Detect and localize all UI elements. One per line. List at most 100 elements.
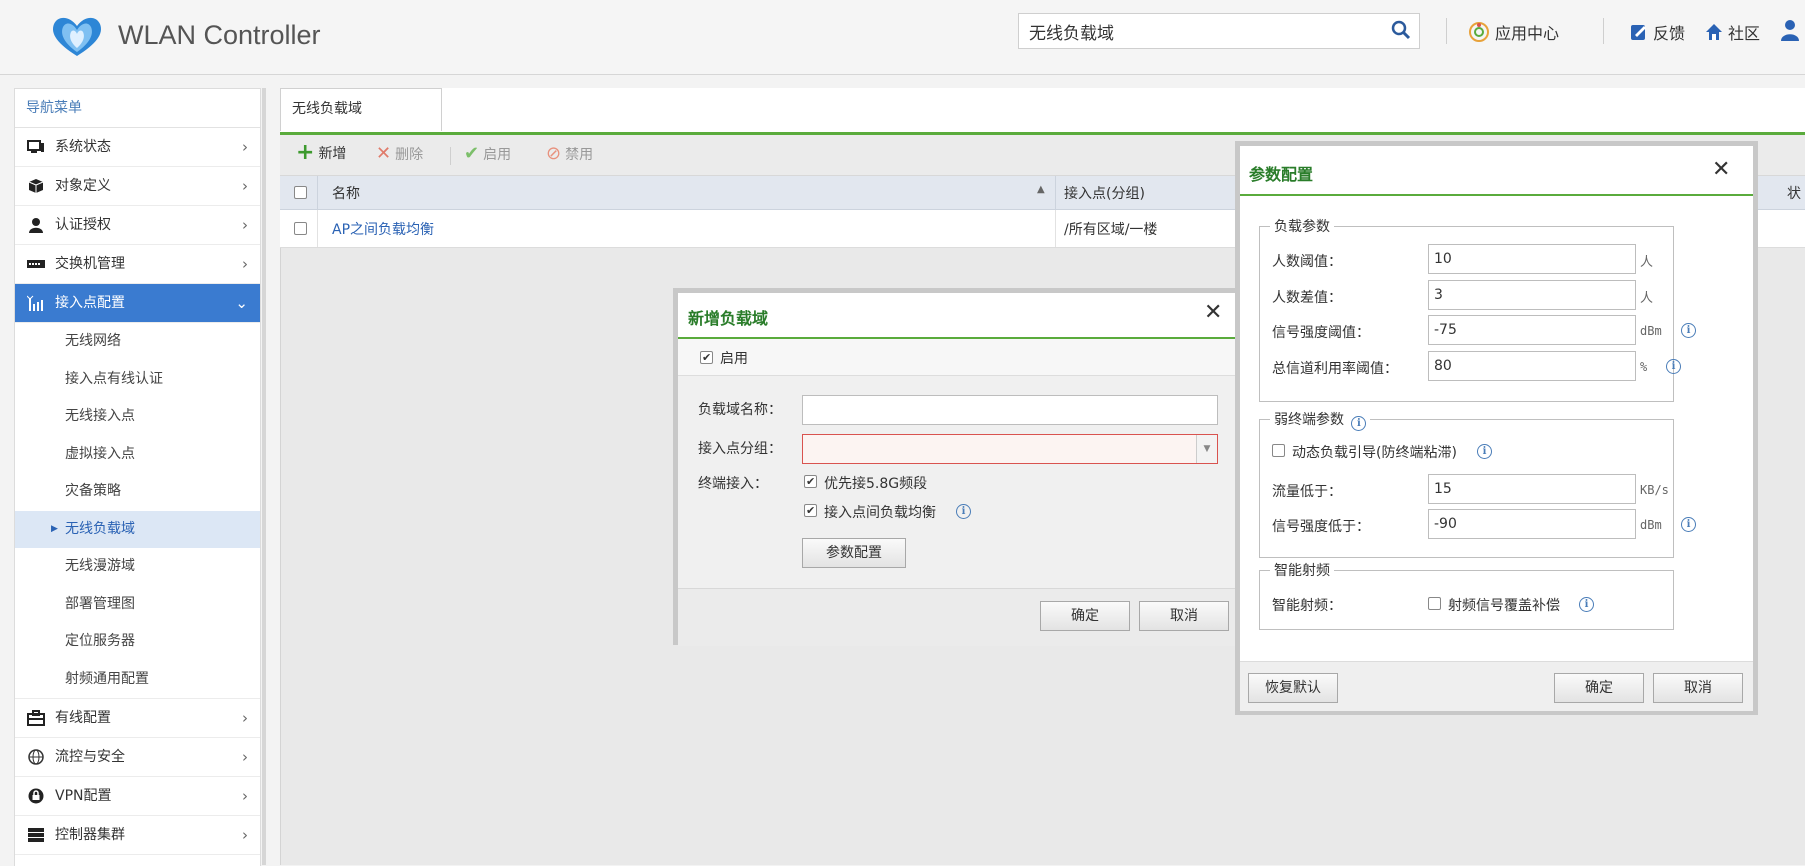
ap-balance-label: 接入点间负载均衡 [824,505,936,521]
info-icon[interactable]: i [1681,517,1696,532]
select-all-checkbox[interactable] [294,186,307,199]
signal-threshold-input[interactable]: -75 [1428,315,1636,345]
rf-coverage-checkbox[interactable] [1428,597,1441,610]
search-box[interactable] [1018,13,1420,49]
sidebar-sub-wireless-load-domain[interactable]: ▶ 无线负载域 [15,510,260,548]
app-center-link[interactable]: 应用中心 [1468,20,1559,44]
sidebar-sub-location-server[interactable]: 定位服务器 [15,623,260,661]
lock-icon [28,788,44,804]
sidebar-sub-wireless-network[interactable]: 无线网络 [15,323,260,361]
delete-button[interactable]: ✕ 删除 [376,143,423,164]
param-config-button[interactable]: 参数配置 [802,538,906,568]
sidebar-item-ap-config[interactable]: 接入点配置 ⌄ [15,284,260,323]
search-input[interactable] [1029,14,1369,48]
ap-balance-checkbox[interactable] [804,504,817,517]
check-icon: ✔ [464,143,480,164]
cancel-button[interactable]: 取消 [1139,601,1229,631]
info-icon[interactable]: i [1477,444,1492,459]
sort-asc-icon[interactable]: ▲ [1037,184,1045,195]
row-name-link[interactable]: AP之间负载均衡 [332,219,434,239]
app-title: WLAN Controller [118,20,321,50]
delete-label: 删除 [395,146,424,163]
ok-button[interactable]: 确定 [1554,673,1644,703]
toolbar-divider [450,147,451,165]
ap-group-select[interactable]: ▼ [802,434,1218,464]
feedback-link[interactable]: 反馈 [1630,20,1685,44]
col-header-status[interactable]: 状 [1787,183,1801,203]
ok-button[interactable]: 确定 [1040,601,1130,631]
sidebar-sub-wireless-ap[interactable]: 无线接入点 [15,398,260,436]
info-icon[interactable]: i [1579,597,1594,612]
enable-button[interactable]: ✔ 启用 [464,143,511,164]
caret-right-icon: ▶ [51,523,58,534]
sidebar-sub-ap-wired-auth[interactable]: 接入点有线认证 [15,361,260,399]
info-icon[interactable]: i [956,504,971,519]
sidebar-item-object-definition[interactable]: 对象定义 › [15,167,260,206]
sidebar-item-switch-management[interactable]: 交换机管理 › [15,245,260,284]
sidebar-item-vpn-config[interactable]: VPN配置 › [15,777,260,816]
tab-wireless-load-domain[interactable]: 无线负载域 [280,88,442,131]
sidebar-sub-virtual-ap[interactable]: 虚拟接入点 [15,436,260,474]
info-icon[interactable]: i [1351,416,1367,431]
tab-bar: 无线负载域 [280,88,1805,135]
channel-util-input[interactable]: 80 [1428,351,1636,381]
dynamic-steer-label: 动态负载引导(防终端粘滞) [1292,445,1457,461]
user-threshold-input[interactable]: 10 [1428,244,1636,274]
sidebar-item-wired-config[interactable]: 有线配置 › [15,698,260,738]
plus-icon: + [296,140,315,165]
community-label: 社区 [1728,24,1761,43]
close-icon[interactable]: ✕ [1204,300,1222,325]
sidebar: 导航菜单 系统状态 › 对象定义 › 认证授权 › 交换机管理 › 接入点配置 … [14,88,261,866]
add-button[interactable]: + 新增 [296,140,346,165]
prefer-5g-checkbox[interactable] [804,475,817,488]
sidebar-item-auth[interactable]: 认证授权 › [15,206,260,245]
sidebar-sub-deployment-map[interactable]: 部署管理图 [15,586,260,624]
header-divider [1603,18,1604,44]
sidebar-sub-rf-general[interactable]: 射频通用配置 [15,661,260,699]
dialog-footer: 确定 取消 [678,588,1238,646]
col-header-name[interactable]: 名称 [332,183,360,203]
dynamic-steer-checkbox[interactable] [1272,444,1285,457]
weak-signal-input[interactable]: -90 [1428,509,1636,539]
user-icon[interactable] [1780,19,1800,41]
user-auth-icon [29,218,43,233]
enable-checkbox[interactable] [700,351,713,364]
community-link[interactable]: 社区 [1705,20,1760,44]
channel-util-label: 总信道利用率阈值： [1272,361,1398,377]
col-header-ap-group[interactable]: 接入点(分组) [1064,183,1145,203]
sidebar-item-label: 系统状态 [55,139,111,155]
restore-default-button[interactable]: 恢复默认 [1248,673,1338,703]
enable-label: 启用 [483,146,512,163]
nav-menu-title: 导航菜单 [15,89,260,128]
sidebar-item-label: 流控与安全 [55,749,125,765]
user-diff-label: 人数差值： [1272,290,1342,306]
info-icon[interactable]: i [1681,323,1696,338]
sidebar-sub-roaming-domain[interactable]: 无线漫游域 [15,548,260,586]
user-threshold-label: 人数阈值： [1272,254,1342,270]
disable-button[interactable]: ⊘ 禁用 [546,143,593,164]
search-icon[interactable] [1391,20,1411,40]
row-ap-group: /所有区域/一楼 [1064,222,1158,238]
info-icon[interactable]: i [1666,359,1681,374]
row-checkbox[interactable] [294,222,307,235]
weak-terminal-legend: 弱终端参数 i [1270,409,1371,431]
globe-icon [28,749,44,765]
chevron-right-icon: › [242,748,248,766]
ban-icon: ⊘ [546,143,562,164]
user-diff-input[interactable]: 3 [1428,280,1636,310]
dropdown-arrow-icon[interactable]: ▼ [1196,435,1217,463]
col-divider [1055,176,1056,209]
sidebar-sub-disaster-policy[interactable]: 灾备策略 [15,473,260,511]
sidebar-scrollbar[interactable] [262,88,266,865]
signal-threshold-unit: dBm [1640,324,1662,338]
smart-rf-label: 智能射频： [1272,598,1342,614]
load-domain-name-input[interactable] [802,395,1218,425]
home-icon [1706,24,1722,40]
rf-coverage-label: 射频信号覆盖补偿 [1448,598,1560,614]
sidebar-item-controller-cluster[interactable]: 控制器集群 › [15,816,260,855]
sidebar-item-flow-security[interactable]: 流控与安全 › [15,738,260,777]
cancel-button[interactable]: 取消 [1653,673,1743,703]
close-icon[interactable]: ✕ [1712,157,1730,182]
sidebar-item-system-status[interactable]: 系统状态 › [15,128,260,167]
traffic-input[interactable]: 15 [1428,474,1636,504]
